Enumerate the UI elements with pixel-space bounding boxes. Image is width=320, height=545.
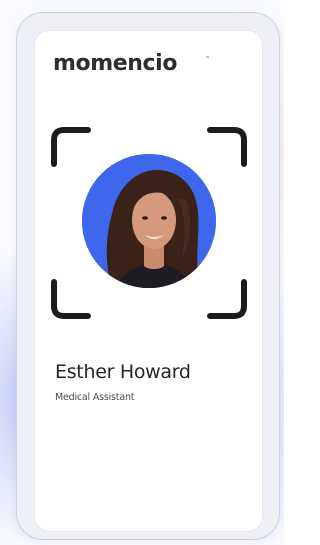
id-card-frame: momencio ™ Esther Howard Medical Assista…	[17, 13, 279, 539]
profile-photo	[82, 154, 216, 288]
id-card: momencio ™ Esther Howard Medical Assista…	[35, 31, 262, 531]
face-scan-frame	[49, 125, 249, 321]
person-role: Medical Assistant	[55, 392, 135, 403]
brand-logo: momencio	[53, 51, 178, 76]
person-avatar-icon	[82, 154, 216, 288]
person-name: Esther Howard	[55, 361, 191, 383]
page-background: momencio ™ Esther Howard Medical Assista…	[0, 0, 284, 545]
trademark-mark: ™	[205, 56, 210, 62]
